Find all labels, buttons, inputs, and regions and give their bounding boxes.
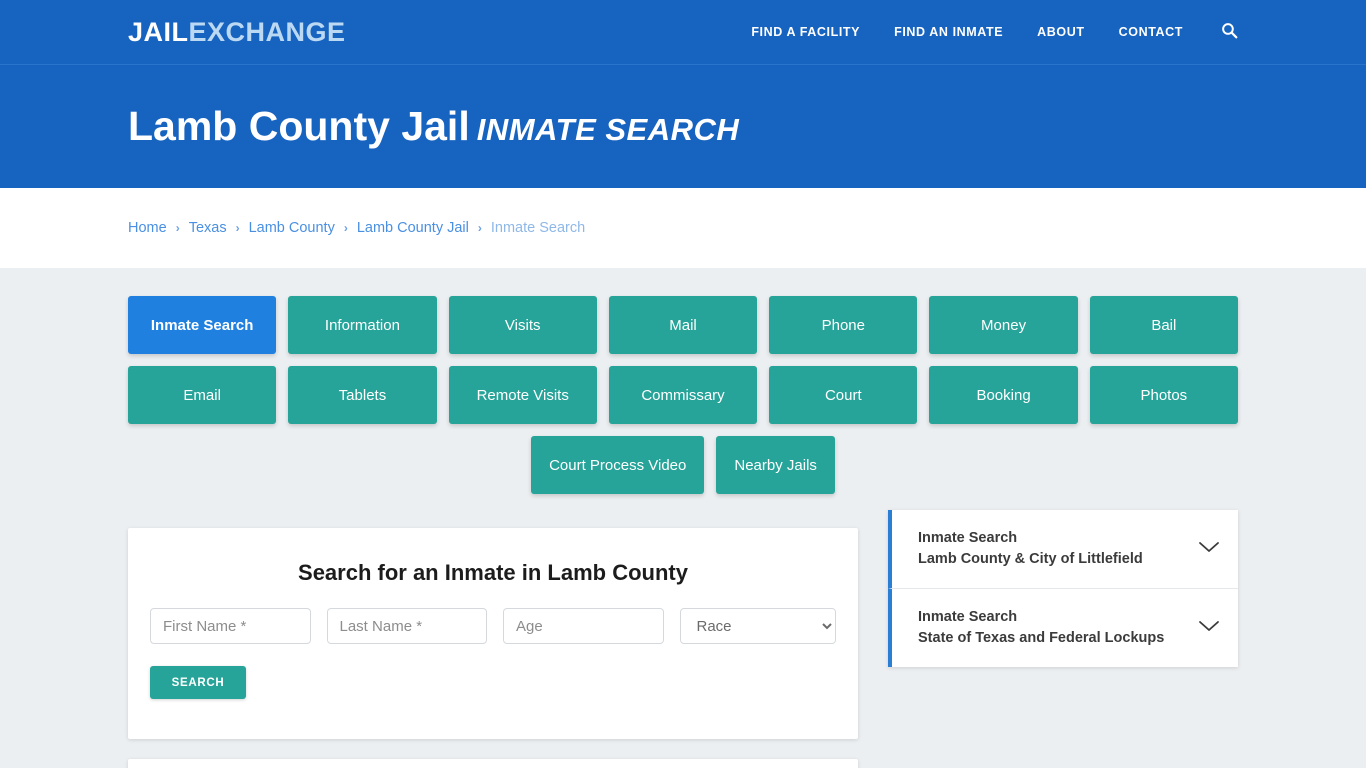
- tab-information[interactable]: Information: [288, 296, 437, 354]
- accordion-item-title: Inmate Search: [918, 530, 1018, 546]
- accordion-item-subtitle: Lamb County & City of Littlefield: [918, 551, 1143, 568]
- breadcrumb-item-home[interactable]: Home: [128, 220, 167, 236]
- accordion-item-subtitle: State of Texas and Federal Lockups: [918, 630, 1165, 647]
- nav-item-find-an-inmate[interactable]: FIND AN INMATE: [894, 25, 1003, 39]
- breadcrumb-separator-icon: ›: [477, 221, 482, 235]
- inmate-search-accordion: Inmate Search Lamb County & City of Litt…: [888, 510, 1238, 668]
- breadcrumb-bar: Home › Texas › Lamb County › Lamb County…: [0, 188, 1366, 268]
- accordion-item-county-lockup[interactable]: Inmate Search Lamb County & City of Litt…: [888, 510, 1238, 590]
- breadcrumb-separator-icon: ›: [235, 221, 240, 235]
- page-title-sub: INMATE SEARCH: [476, 111, 740, 147]
- logo-text-secondary: EXCHANGE: [188, 16, 346, 47]
- main-content-column: Search for an Inmate in Lamb County Race…: [128, 528, 858, 768]
- breadcrumb-item-texas[interactable]: Texas: [189, 220, 227, 236]
- site-logo[interactable]: JAILEXCHANGE: [128, 16, 346, 47]
- facility-tab-grid: Inmate Search Information Visits Mail Ph…: [128, 268, 1238, 494]
- tab-mail[interactable]: Mail: [608, 296, 758, 354]
- tab-booking[interactable]: Booking: [929, 366, 1078, 424]
- breadcrumb-item-lamb-county-jail[interactable]: Lamb County Jail: [357, 220, 469, 236]
- tab-money[interactable]: Money: [929, 296, 1078, 354]
- nav-item-find-a-facility[interactable]: FIND A FACILITY: [751, 25, 860, 39]
- first-name-input[interactable]: [150, 608, 311, 644]
- content-columns: Search for an Inmate in Lamb County Race…: [128, 506, 1238, 768]
- breadcrumb-separator-icon: ›: [343, 221, 348, 235]
- secondary-content-card: [128, 759, 858, 768]
- tab-tablets[interactable]: Tablets: [288, 366, 437, 424]
- age-input[interactable]: [503, 608, 664, 644]
- accordion-item-text: Inmate Search Lamb County & City of Litt…: [918, 528, 1186, 570]
- search-form-fields: Race: [150, 608, 836, 644]
- tab-commissary[interactable]: Commissary: [608, 366, 758, 424]
- tab-inmate-search[interactable]: Inmate Search: [128, 296, 277, 354]
- header-search-button[interactable]: [1221, 22, 1238, 42]
- tab-remote-visits[interactable]: Remote Visits: [448, 366, 597, 424]
- search-icon: [1221, 22, 1238, 42]
- accordion-item-title: Inmate Search: [918, 609, 1018, 626]
- tab-phone[interactable]: Phone: [769, 296, 918, 354]
- tab-court-process-video[interactable]: Court Process Video: [531, 436, 705, 494]
- race-select[interactable]: Race: [679, 608, 836, 644]
- tab-nearby-jails[interactable]: Nearby Jails: [716, 436, 835, 494]
- nav-item-contact[interactable]: CONTACT: [1119, 25, 1183, 39]
- tab-row-2: Email Tablets Remote Visits Commissary C…: [128, 366, 1238, 424]
- breadcrumb-separator-icon: ›: [175, 221, 180, 235]
- tab-court[interactable]: Court: [769, 366, 918, 424]
- chevron-down-icon: [1198, 540, 1220, 559]
- sidebar-column: Inmate Search Lamb County & City of Litt…: [888, 510, 1238, 668]
- page-body: Inmate Search Information Visits Mail Ph…: [0, 268, 1366, 768]
- breadcrumb-item-inmate-search: Inmate Search: [490, 220, 586, 236]
- hero-banner: Lamb County Jail INMATE SEARCH: [0, 64, 1366, 188]
- page-title: Lamb County Jail INMATE SEARCH: [128, 102, 740, 149]
- inmate-search-card: Search for an Inmate in Lamb County Race…: [128, 528, 858, 739]
- accordion-item-text: Inmate Search State of Texas and Federal…: [918, 607, 1186, 649]
- breadcrumb: Home › Texas › Lamb County › Lamb County…: [128, 220, 585, 236]
- tab-row-1: Inmate Search Information Visits Mail Ph…: [128, 296, 1238, 354]
- search-button[interactable]: SEARCH: [150, 666, 246, 699]
- breadcrumb-item-lamb-county[interactable]: Lamb County: [249, 220, 335, 236]
- page-title-main: Lamb County Jail: [128, 102, 470, 149]
- tab-visits[interactable]: Visits: [448, 296, 597, 354]
- accordion-item-state-federal-lockup[interactable]: Inmate Search State of Texas and Federal…: [888, 589, 1238, 668]
- tab-photos[interactable]: Photos: [1089, 366, 1238, 424]
- main-navigation: FIND A FACILITY FIND AN INMATE ABOUT CON…: [751, 22, 1238, 42]
- search-form-title: Search for an Inmate in Lamb County: [298, 560, 688, 585]
- chevron-down-icon: [1198, 619, 1220, 638]
- nav-item-about[interactable]: ABOUT: [1037, 25, 1084, 39]
- tab-row-3: Court Process Video Nearby Jails: [128, 436, 1238, 494]
- site-header: JAILEXCHANGE FIND A FACILITY FIND AN INM…: [0, 0, 1366, 64]
- logo-text-primary: JAIL: [128, 16, 189, 47]
- tab-email[interactable]: Email: [128, 366, 277, 424]
- last-name-input[interactable]: [326, 608, 487, 644]
- tab-bail[interactable]: Bail: [1089, 296, 1238, 354]
